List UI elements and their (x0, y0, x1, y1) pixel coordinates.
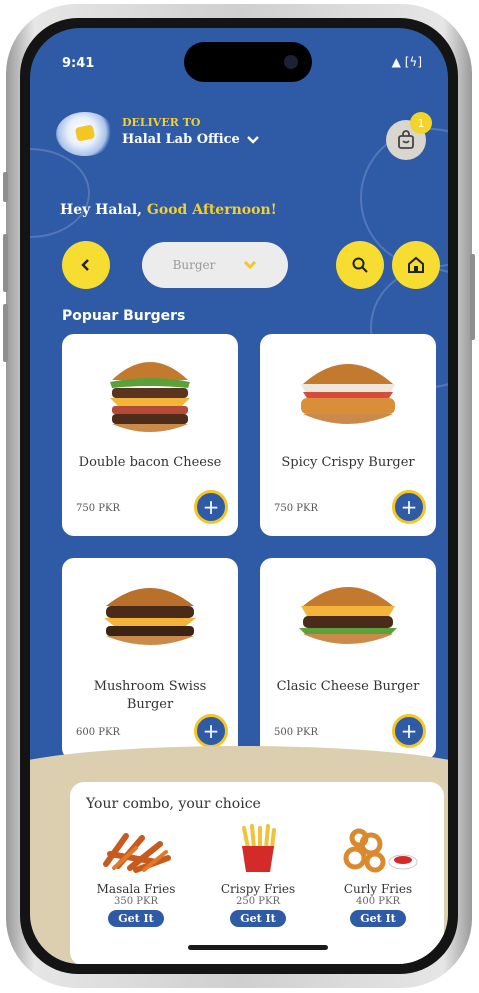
plus-icon: + (400, 719, 418, 743)
product-name: Spicy Crispy Burger (281, 455, 415, 470)
combo-item-name: Masala Fries (96, 882, 176, 896)
address-text: Halal Lab Office (122, 132, 240, 147)
power-button (470, 254, 475, 340)
combo-item[interactable]: Curly Fries 400 PKR Get It (328, 824, 428, 927)
product-price: 750 PKR (274, 503, 318, 514)
add-to-cart-button[interactable]: + (194, 714, 228, 748)
app-screen: 9:41 ▲ [ϟ] DELIVER TO Halal Lab Office 1 (30, 28, 448, 964)
home-icon (408, 256, 424, 273)
plus-icon: + (202, 495, 220, 519)
category-value: Burger (172, 258, 216, 272)
combo-item-price: 350 PKR (114, 896, 158, 907)
cart-count-badge: 1 (410, 112, 432, 134)
chevron-down-icon (246, 135, 259, 144)
dynamic-island (184, 42, 312, 82)
status-icons: ▲ [ϟ] (391, 55, 422, 69)
product-price: 500 PKR (274, 727, 318, 738)
background-swirl (30, 148, 90, 238)
product-name: Double bacon Cheese (78, 455, 222, 470)
get-it-button[interactable]: Get It (108, 910, 164, 927)
phone-bezel: 9:41 ▲ [ϟ] DELIVER TO Halal Lab Office 1 (20, 18, 458, 974)
search-icon (352, 257, 368, 273)
add-to-cart-button[interactable]: + (392, 714, 426, 748)
category-dropdown[interactable]: Burger (142, 242, 288, 288)
product-name: Clasic Cheese Burger (276, 679, 420, 694)
add-to-cart-button[interactable]: + (392, 490, 426, 524)
chevron-left-icon (81, 259, 89, 271)
address-selector[interactable]: Halal Lab Office (122, 132, 260, 147)
burger-image (110, 362, 190, 432)
burger-image (104, 588, 196, 645)
combo-item-name: Crispy Fries (220, 882, 296, 896)
combo-item[interactable]: Masala Fries 350 PKR Get It (86, 824, 186, 927)
plus-icon: + (202, 719, 220, 743)
search-button[interactable] (336, 241, 384, 289)
mute-switch (3, 172, 8, 202)
get-it-button[interactable]: Get It (350, 910, 406, 927)
combo-item-price: 250 PKR (236, 896, 280, 907)
volume-down-button (3, 304, 8, 362)
status-time: 9:41 (62, 56, 95, 71)
logo-mark (74, 124, 96, 142)
back-button[interactable] (62, 241, 110, 289)
brand-logo (56, 112, 114, 156)
burger-image (299, 587, 397, 644)
combo-item-price: 400 PKR (356, 896, 400, 907)
product-name: Mushroom Swiss Burger (93, 679, 207, 712)
crispy-fries-image (242, 824, 276, 872)
combo-item[interactable]: Crispy Fries 250 PKR Get It (208, 824, 308, 927)
product-card[interactable]: Spicy Crispy Burger 750 PKR + (260, 334, 436, 536)
home-button[interactable] (392, 241, 440, 289)
combo-title: Your combo, your choice (86, 796, 261, 812)
product-card[interactable]: Double bacon Cheese 750 PKR + (62, 334, 238, 536)
greeting-text: Hey Halal, Good Afternoon! (60, 202, 277, 218)
product-price: 750 PKR (76, 503, 120, 514)
add-to-cart-button[interactable]: + (194, 490, 228, 524)
combo-section: Your combo, your choice Masala Fries 350… (70, 782, 444, 964)
product-price: 600 PKR (76, 727, 120, 738)
product-card[interactable]: Mushroom Swiss Burger 600 PKR + (62, 558, 238, 760)
volume-up-button (3, 234, 8, 292)
shopping-bag-icon (398, 130, 414, 149)
curly-fries-image (343, 828, 418, 873)
masala-fries-image (103, 833, 171, 873)
deliver-to-label: DELIVER TO (122, 116, 201, 129)
plus-icon: + (400, 495, 418, 519)
phone-frame: 9:41 ▲ [ϟ] DELIVER TO Halal Lab Office 1 (3, 4, 475, 988)
combo-item-name: Curly Fries (343, 882, 413, 896)
section-title: Popuar Burgers (62, 308, 186, 324)
product-card[interactable]: Clasic Cheese Burger 500 PKR + (260, 558, 436, 760)
cart-button[interactable]: 1 (386, 112, 432, 160)
burger-image (301, 364, 395, 424)
chevron-down-icon (244, 260, 257, 270)
get-it-button[interactable]: Get It (230, 910, 286, 927)
camera-icon (284, 55, 298, 69)
home-indicator[interactable] (188, 945, 328, 950)
greeting-name: Hey Halal, (60, 202, 143, 218)
greeting-time: Good Afternoon! (146, 202, 277, 218)
